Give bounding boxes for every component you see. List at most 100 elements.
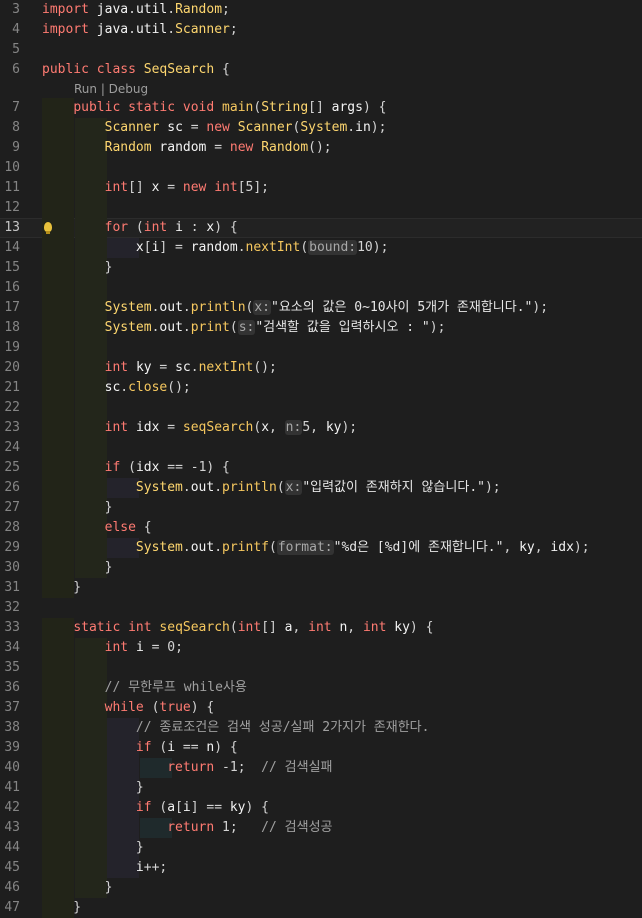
code-line-46[interactable]: 46 }: [0, 878, 642, 898]
line-number: 6: [12, 62, 20, 77]
line-number: 44: [4, 840, 20, 855]
code-text: // 종료조건은 검색 성공/실패 2가지가 존재한다.: [135, 720, 430, 735]
code-line-37[interactable]: 37 while (true) {: [0, 698, 642, 718]
indent-guide: [74, 398, 107, 418]
indent-guide: [42, 158, 74, 178]
code-text: }: [42, 880, 113, 895]
code-line-16[interactable]: 16: [0, 278, 642, 298]
code-line-18[interactable]: 18 System.out.print(s:"검색할 값을 입력하시오 : ")…: [0, 318, 642, 338]
code-text: // 무한루프 while사용: [104, 680, 247, 695]
line-number: 10: [4, 160, 20, 175]
code-line-12[interactable]: 12: [0, 198, 642, 218]
code-line-40[interactable]: 40 return -1; // 검색실패: [0, 758, 642, 778]
line-number: 24: [4, 440, 20, 455]
code-text: if (i == n) {: [135, 740, 238, 755]
code-text: }: [42, 260, 113, 275]
code-line-32[interactable]: 32: [0, 598, 642, 618]
code-line-6[interactable]: 6 public class SeqSearch {: [0, 60, 642, 80]
code-text: x[i] = random.nextInt(bound:10);: [135, 240, 389, 255]
code-text: System.out.println(x:"입력값이 존재하지 않습니다.");: [135, 480, 501, 495]
code-line-9[interactable]: 9 Random random = new Random();: [0, 138, 642, 158]
code-line-8[interactable]: 8 Scanner sc = new Scanner(System.in);: [0, 118, 642, 138]
line-number: 15: [4, 260, 20, 275]
line-number: 17: [4, 300, 20, 315]
code-line-36[interactable]: 36 // 무한루프 while사용: [0, 678, 642, 698]
code-line-21[interactable]: 21 sc.close();: [0, 378, 642, 398]
code-line-28[interactable]: 28 else {: [0, 518, 642, 538]
code-line-5[interactable]: 5: [0, 40, 642, 60]
line-number: 29: [4, 540, 20, 555]
code-text: int idx = seqSearch(x, n:5, ky);: [104, 420, 358, 435]
code-text: }: [42, 840, 144, 855]
code-line-29[interactable]: 29 System.out.printf(format:"%d은 [%d]에 존…: [0, 538, 642, 558]
code-line-38[interactable]: 38 // 종료조건은 검색 성공/실패 2가지가 존재한다.: [0, 718, 642, 738]
code-line-20[interactable]: 20 int ky = sc.nextInt();: [0, 358, 642, 378]
line-number: 30: [4, 560, 20, 575]
code-text: import java.util.Scanner;: [42, 22, 238, 37]
line-number: 9: [12, 140, 20, 155]
code-text: int i = 0;: [104, 640, 183, 655]
code-line-10[interactable]: 10: [0, 158, 642, 178]
line-number: 7: [12, 100, 20, 115]
code-line-34[interactable]: 34 int i = 0;: [0, 638, 642, 658]
code-text: }: [42, 580, 82, 595]
code-text: sc.close();: [104, 380, 191, 395]
code-line-19[interactable]: 19: [0, 338, 642, 358]
code-text: int[] x = new int[5];: [104, 180, 270, 195]
line-number: 32: [4, 600, 20, 615]
code-line-15[interactable]: 15 }: [0, 258, 642, 278]
code-text: return -1; // 검색실패: [167, 760, 333, 775]
line-number: 42: [4, 800, 20, 815]
line-number: 21: [4, 380, 20, 395]
code-line-14[interactable]: 14 x[i] = random.nextInt(bound:10);: [0, 238, 642, 258]
line-number: 39: [4, 740, 20, 755]
code-line-30[interactable]: 30 }: [0, 558, 642, 578]
line-number: 4: [12, 22, 20, 37]
code-text: int ky = sc.nextInt();: [104, 360, 277, 375]
code-line-26[interactable]: 26 System.out.println(x:"입력값이 존재하지 않습니다.…: [0, 478, 642, 498]
code-line-47[interactable]: 47 }: [0, 898, 642, 918]
line-number: 40: [4, 760, 20, 775]
code-line-33[interactable]: 33 static int seqSearch(int[] a, int n, …: [0, 618, 642, 638]
code-line-41[interactable]: 41 }: [0, 778, 642, 798]
indent-guide: [42, 198, 74, 218]
code-text: Random random = new Random();: [104, 140, 332, 155]
code-line-7[interactable]: 7 public static void main(String[] args)…: [0, 98, 642, 118]
code-line-24[interactable]: 24: [0, 438, 642, 458]
line-number: 37: [4, 700, 20, 715]
line-number: 20: [4, 360, 20, 375]
line-number: 27: [4, 500, 20, 515]
code-line-3[interactable]: 3 import java.util.Random;: [0, 0, 642, 20]
code-text: for (int i : x) {: [104, 220, 238, 235]
code-line-11[interactable]: 11 int[] x = new int[5];: [0, 178, 642, 198]
code-line-31[interactable]: 31 }: [0, 578, 642, 598]
line-number: 26: [4, 480, 20, 495]
code-line-45[interactable]: 45 i++;: [0, 858, 642, 878]
code-text: public static void main(String[] args) {: [73, 100, 387, 115]
line-number: 23: [4, 420, 20, 435]
code-line-25[interactable]: 25 if (idx == -1) {: [0, 458, 642, 478]
code-line-27[interactable]: 27 }: [0, 498, 642, 518]
code-line-35[interactable]: 35: [0, 658, 642, 678]
code-line-4[interactable]: 4 import java.util.Scanner;: [0, 20, 642, 40]
code-line-39[interactable]: 39 if (i == n) {: [0, 738, 642, 758]
code-line-13[interactable]: 13 for (int i : x) {: [0, 218, 642, 238]
line-number: 47: [4, 900, 20, 915]
code-line-43[interactable]: 43 return 1; // 검색성공: [0, 818, 642, 838]
code-line-44[interactable]: 44 }: [0, 838, 642, 858]
code-line-42[interactable]: 42 if (a[i] == ky) {: [0, 798, 642, 818]
code-text: i++;: [135, 860, 168, 875]
line-number: 36: [4, 680, 20, 695]
code-line-22[interactable]: 22: [0, 398, 642, 418]
code-text: System.out.print(s:"검색할 값을 입력하시오 : ");: [104, 320, 446, 335]
code-text: public class SeqSearch {: [42, 62, 230, 77]
code-line-17[interactable]: 17 System.out.println(x:"요소의 값은 0~10사이 5…: [0, 298, 642, 318]
code-text: System.out.println(x:"요소의 값은 0~10사이 5개가 …: [104, 300, 549, 315]
line-number: 13: [4, 220, 20, 235]
code-line-23[interactable]: 23 int idx = seqSearch(x, n:5, ky);: [0, 418, 642, 438]
code-text: import java.util.Random;: [42, 2, 230, 17]
line-number: 25: [4, 460, 20, 475]
codelens-run-debug[interactable]: Run | Debug: [74, 81, 148, 97]
indent-guide: [74, 198, 107, 218]
code-editor[interactable]: 3 import java.util.Random; 4 import java.ut…: [0, 0, 642, 918]
